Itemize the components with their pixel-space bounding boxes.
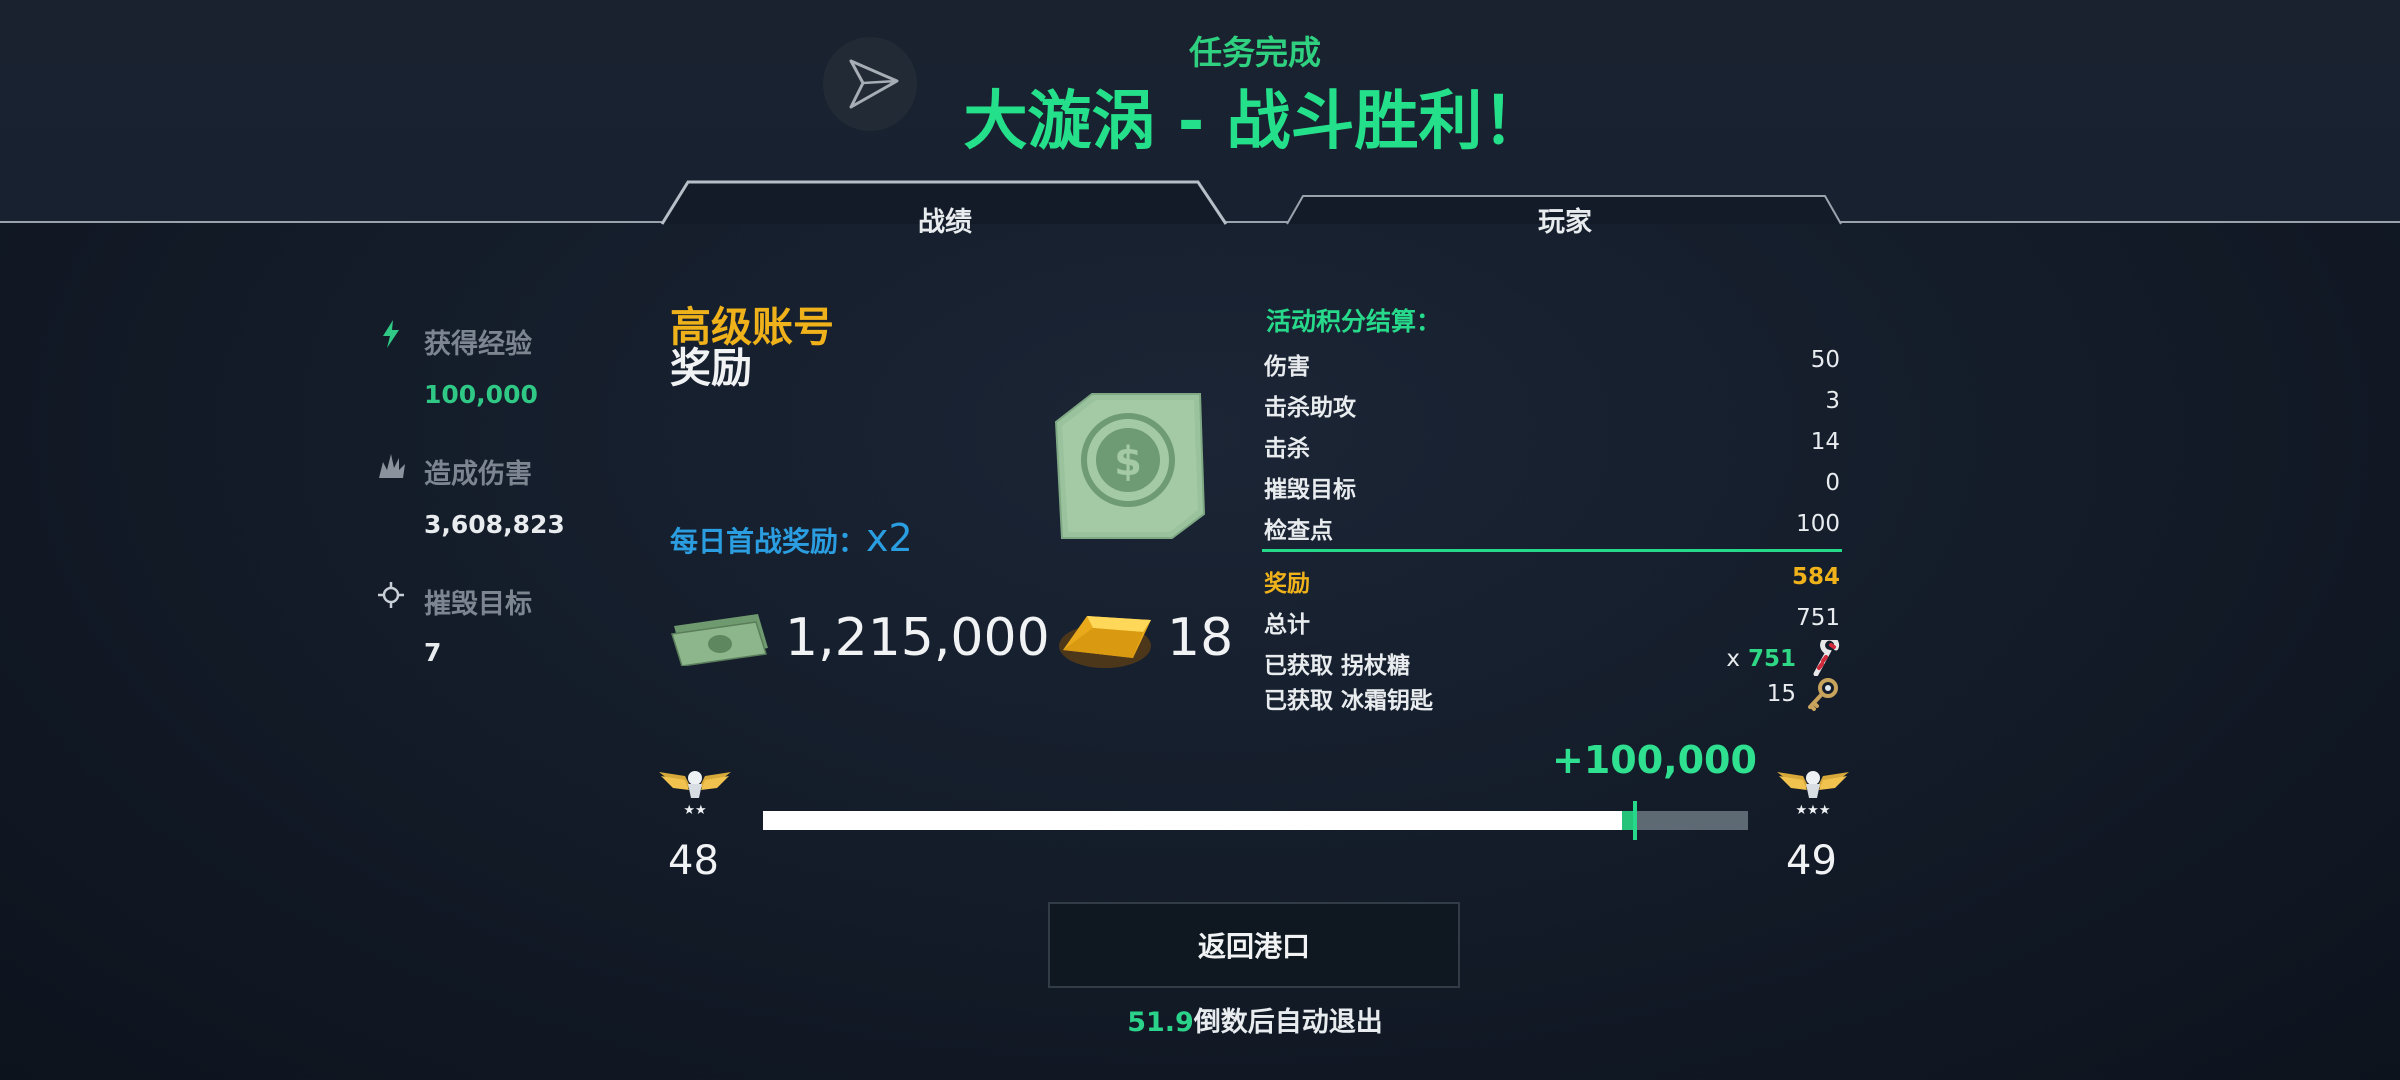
obtained-key-label: 已获取 冰霜钥匙: [1264, 688, 1434, 714]
mission-complete-label: 任务完成: [1189, 33, 1321, 72]
event-row-damage: 伤害 50: [1264, 347, 1840, 388]
event-row-label: 摧毁目标: [1264, 477, 1356, 503]
event-row-label: 检查点: [1264, 518, 1333, 544]
obtained-key-value: 15: [1766, 681, 1796, 707]
tab-players[interactable]: 玩家: [1290, 198, 1840, 244]
rank-insignia-current: ★★: [655, 760, 735, 822]
event-reward-value: 584: [1791, 564, 1840, 590]
svg-text:★★★: ★★★: [1796, 803, 1831, 818]
event-reward-label: 奖励: [1264, 571, 1310, 597]
event-row-label: 击杀助攻: [1264, 395, 1356, 421]
crosshair-icon: [377, 581, 405, 609]
event-total-value: 751: [1796, 605, 1840, 631]
daily-bonus-multiplier: x2: [866, 516, 913, 560]
xp-progress-bar: [763, 801, 1748, 840]
event-row-value: 14: [1810, 429, 1840, 455]
candy-cane-icon: [1806, 635, 1840, 682]
explosion-icon: [377, 452, 405, 480]
svg-text:★★: ★★: [683, 803, 706, 818]
stat-value-destroyed: 7: [424, 638, 442, 667]
frost-key-icon: [1806, 677, 1840, 717]
next-level: 49: [1786, 838, 1837, 884]
svg-text:$: $: [1114, 439, 1142, 485]
event-row-frost-key: 已获取 冰霜钥匙 15: [1264, 678, 1840, 722]
event-row-assists: 击杀助攻 3: [1264, 388, 1840, 429]
event-row-value: 3: [1825, 388, 1840, 414]
battle-result-title: 大漩涡 - 战斗胜利！: [963, 85, 1547, 159]
xp-progress-fill: [763, 811, 1622, 830]
auto-exit-countdown: 51.9倒数后自动退出: [1050, 1000, 1460, 1039]
gold-amount: 18: [1167, 608, 1234, 668]
premium-account-title: 高级账号: [670, 303, 834, 351]
daily-first-win-bonus: 每日首战奖励：x2: [670, 516, 913, 560]
stat-value-exp: 100,000: [424, 380, 538, 409]
obtained-candy-label: 已获取 拐杖糖: [1264, 653, 1411, 679]
tab-stats[interactable]: 战绩: [665, 198, 1225, 244]
obtained-candy-count: x 751: [1726, 646, 1796, 672]
event-row-destroyed: 摧毁目标 0: [1264, 470, 1840, 511]
event-points-title: 活动积分结算：: [1266, 307, 1442, 336]
xp-progress-marker: [1633, 801, 1637, 840]
event-total-label: 总计: [1264, 612, 1310, 638]
event-row-label: 伤害: [1264, 354, 1310, 380]
premium-credits-icon: $: [1052, 392, 1208, 546]
daily-bonus-label: 每日首战奖励：: [670, 525, 867, 558]
event-row-total: 总计 751: [1264, 605, 1840, 646]
gold-icon: [1055, 606, 1155, 678]
event-divider: [1262, 549, 1842, 552]
countdown-text: 倒数后自动退出: [1193, 1007, 1383, 1038]
countdown-value: 51.9: [1127, 1007, 1194, 1038]
xp-gain: +100,000: [1552, 738, 1757, 782]
stat-label-damage: 造成伤害: [424, 459, 532, 490]
obtained-candy-prefix: x: [1726, 646, 1740, 672]
stat-value-damage: 3,608,823: [424, 510, 565, 539]
credits-icon: [670, 612, 770, 670]
event-row-value: 100: [1796, 511, 1840, 537]
return-to-port-button[interactable]: 返回港口: [1048, 902, 1460, 988]
premium-reward-subtitle: 奖励: [670, 344, 752, 392]
event-row-reward: 奖励 584: [1264, 564, 1840, 605]
event-row-checkpoints: 检查点 100: [1264, 511, 1840, 552]
obtained-candy-value: 751: [1747, 646, 1796, 672]
current-level: 48: [668, 838, 719, 884]
event-row-value: 0: [1825, 470, 1840, 496]
credits-amount: 1,215,000: [785, 608, 1050, 668]
event-row-value: 50: [1810, 347, 1840, 373]
stat-label-exp: 获得经验: [424, 329, 532, 360]
rank-insignia-next: ★★★: [1773, 760, 1853, 822]
event-row-kills: 击杀 14: [1264, 429, 1840, 470]
lightning-icon: [377, 318, 405, 348]
event-row-label: 击杀: [1264, 436, 1310, 462]
stat-label-destroyed: 摧毁目标: [424, 589, 532, 620]
